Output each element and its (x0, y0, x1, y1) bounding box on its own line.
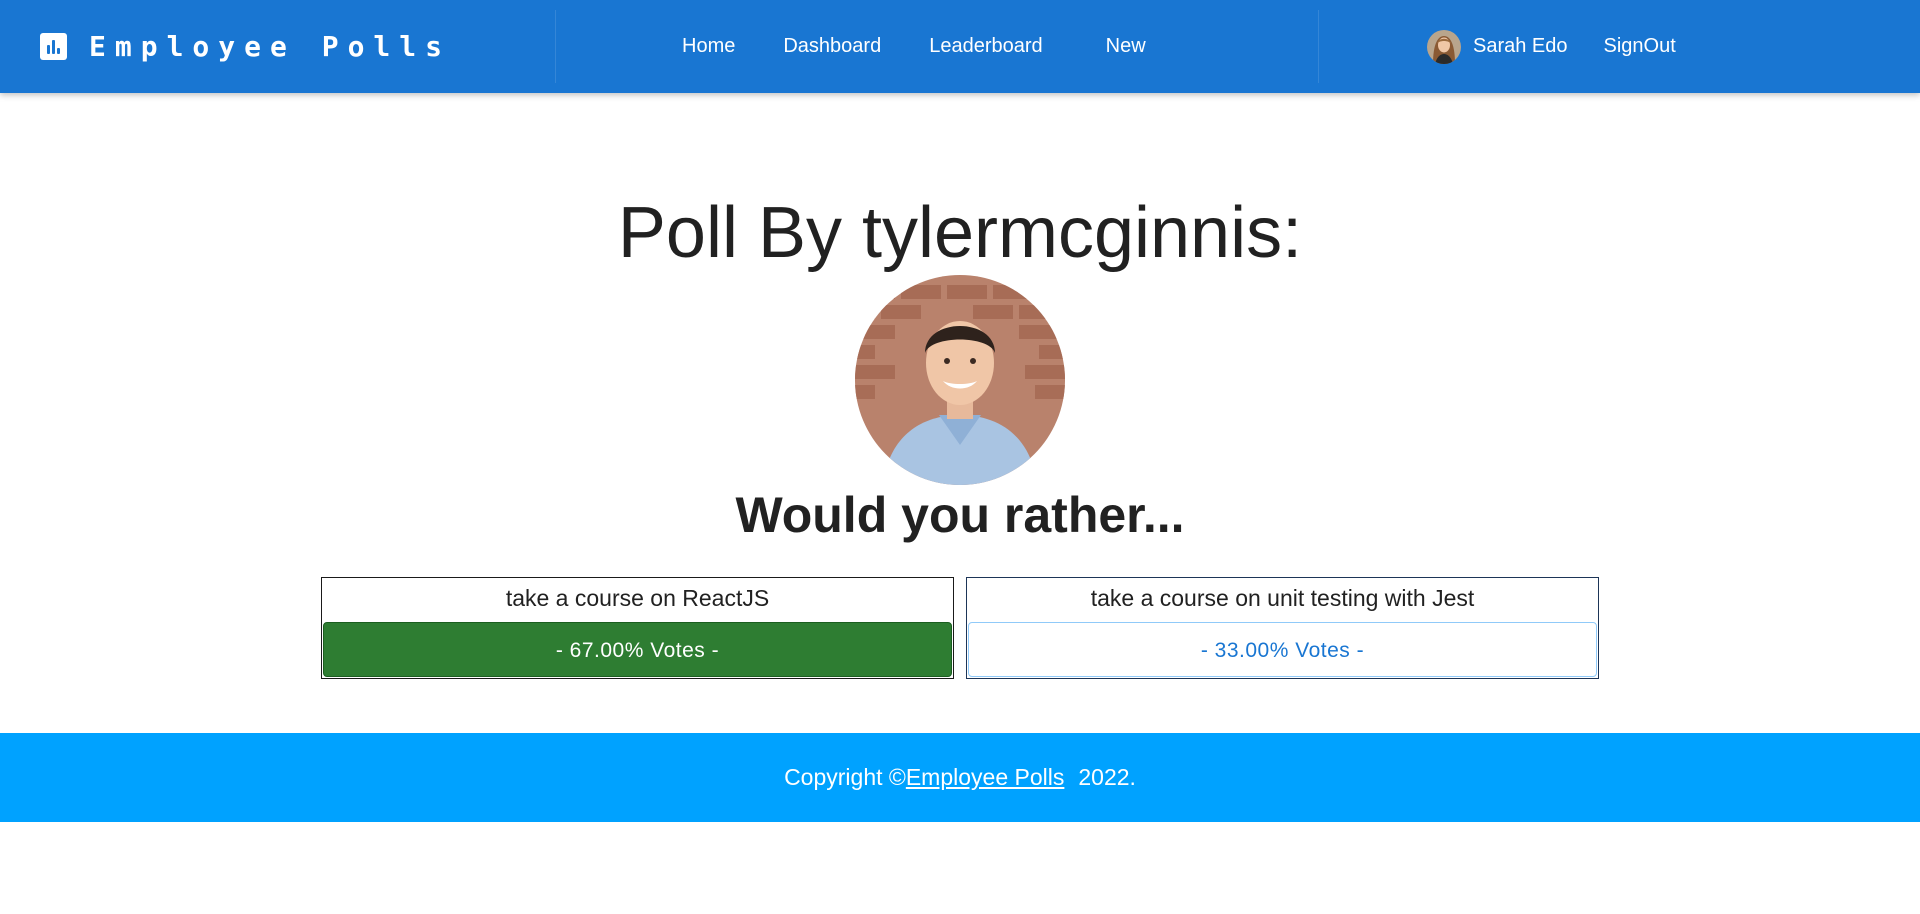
nav-home[interactable]: Home (682, 35, 735, 58)
brand-title: Employee Polls (89, 30, 452, 63)
option-one-card: take a course on ReactJS - 67.00% Votes … (321, 577, 954, 679)
nav-new[interactable]: New (1106, 35, 1146, 58)
nav-divider-left (555, 10, 556, 83)
bar-chart-icon (40, 33, 67, 60)
footer-year: 2022. (1078, 764, 1136, 790)
user-area: Sarah Edo SignOut (1427, 0, 1676, 93)
user-name: Sarah Edo (1473, 35, 1568, 57)
poll-title: Poll By tylermcginnis: (617, 193, 1303, 273)
poll-page: Poll By tylermcginnis: Would you rather.… (0, 93, 1920, 733)
top-navbar: Employee Polls Home Dashboard Leaderboar… (0, 0, 1920, 93)
main-nav: Home Dashboard Leaderboard New (682, 0, 1194, 93)
nav-divider-right (1318, 10, 1319, 83)
author-avatar (855, 275, 1065, 485)
option-two-votes-button[interactable]: - 33.00% Votes - (968, 622, 1597, 677)
footer-brand-link[interactable]: Employee Polls (906, 764, 1065, 791)
footer-copyright: Copyright © (784, 764, 906, 790)
brand[interactable]: Employee Polls (40, 0, 451, 93)
option-one-text: take a course on ReactJS (505, 585, 770, 611)
question-heading: Would you rather... (735, 487, 1185, 543)
option-two-text: take a course on unit testing with Jest (1090, 585, 1475, 611)
option-two-card: take a course on unit testing with Jest … (966, 577, 1599, 679)
user-avatar (1427, 29, 1461, 64)
nav-leaderboard[interactable]: Leaderboard (929, 35, 1042, 58)
footer: Copyright © Employee Polls 2022. (0, 733, 1920, 822)
option-one-votes-button[interactable]: - 67.00% Votes - (323, 622, 952, 677)
signout-link[interactable]: SignOut (1604, 35, 1676, 58)
nav-dashboard[interactable]: Dashboard (783, 35, 881, 58)
